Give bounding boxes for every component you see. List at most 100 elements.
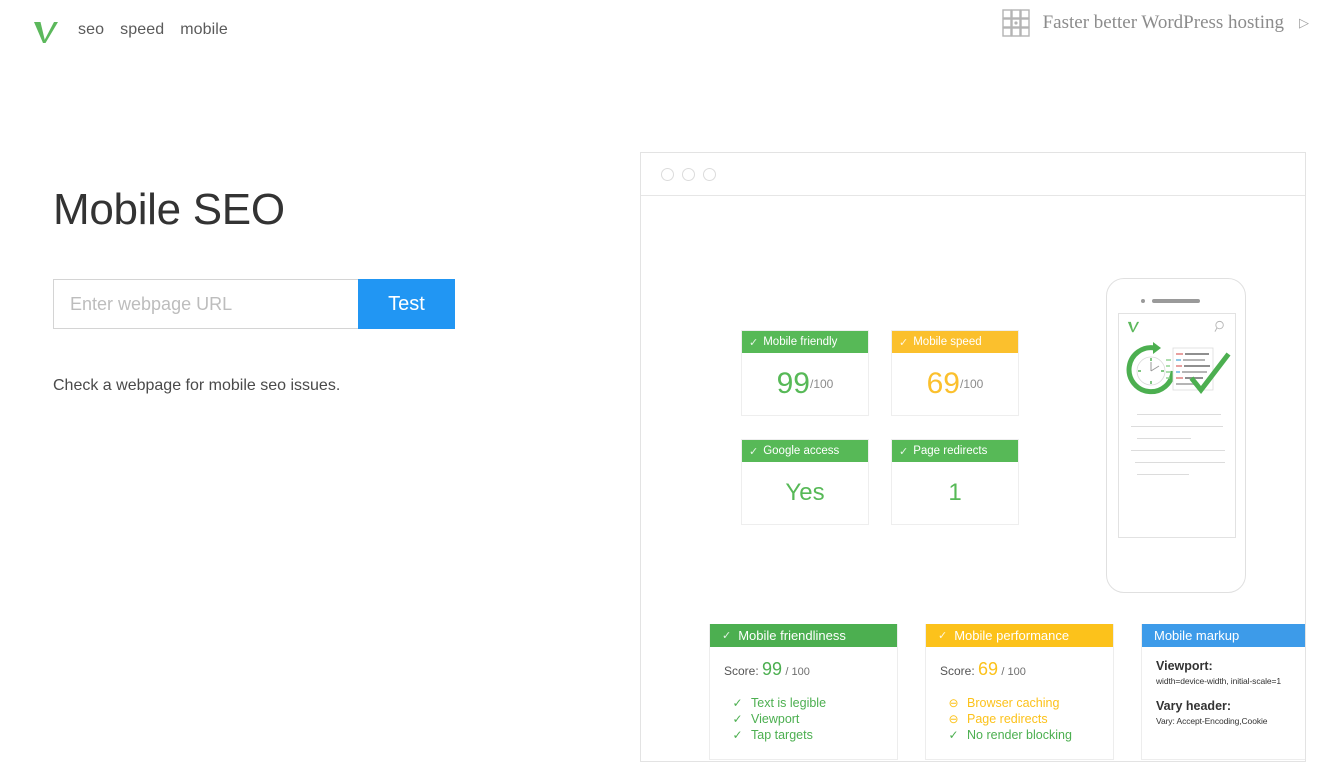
check-icon: ✓ (722, 630, 732, 642)
score-card-body: Yes (742, 462, 868, 524)
detail-card-mobile-friendliness: ✓ Mobile friendliness Score: 99 / 100 ✓ … (709, 624, 898, 760)
check-icon: ✓ (948, 728, 959, 742)
list-item-label: Browser caching (967, 696, 1060, 710)
score-denominator: / 100 (785, 666, 810, 678)
list-item: ⊖ Page redirects (948, 712, 1113, 726)
markup-field-value: Vary: Accept-Encoding,Cookie (1156, 716, 1268, 726)
nav-link-speed[interactable]: speed (120, 21, 164, 39)
test-button[interactable]: Test (358, 279, 455, 329)
phone-screen (1118, 313, 1236, 538)
score-denominator: /100 (810, 377, 834, 391)
detail-card-body: Score: 99 / 100 ✓ Text is legible ✓ View… (710, 647, 897, 759)
list-item: ✓ Text is legible (732, 696, 897, 710)
check-icon: ✓ (749, 445, 759, 458)
score-card-title: Page redirects (913, 445, 988, 457)
score-value: 69 (926, 367, 960, 400)
promo-text: Faster better WordPress hosting (1042, 12, 1284, 33)
score-card-header: ✓ Mobile speed (892, 331, 1018, 353)
check-list: ✓ Text is legible ✓ Viewport ✓ Tap targe… (724, 696, 897, 742)
content-line (1137, 414, 1221, 415)
detail-card-title: Mobile friendliness (738, 628, 846, 643)
score-value: Yes (785, 479, 825, 506)
detail-card-body: Score: 69 / 100 ⊖ Browser caching ⊖ Page… (926, 647, 1113, 759)
score-value: 99 (762, 659, 783, 679)
score-card-title: Mobile friendly (763, 336, 838, 348)
score-card-body: 99/100 (742, 353, 868, 415)
browser-viewport: ✓ Mobile friendly 99/100 ✓ Mobile speed … (641, 196, 1305, 761)
content-line (1137, 474, 1189, 475)
detail-card-row: ✓ Mobile friendliness Score: 99 / 100 ✓ … (709, 624, 1305, 760)
browser-title-bar (641, 153, 1305, 196)
clock-document-check-illustration (1126, 342, 1231, 395)
content-line (1131, 450, 1225, 451)
markup-field-value: width=device-width, initial-scale=1 (1156, 676, 1282, 686)
phone-speaker-icon (1152, 299, 1200, 303)
promo-caret-icon: ▷ (1299, 15, 1309, 30)
detail-score-line: Score: 69 / 100 (940, 659, 1113, 680)
grid-squares-icon (1001, 9, 1030, 37)
green-check-logo-icon (1127, 321, 1140, 333)
check-icon: ✓ (732, 696, 743, 710)
score-card-title: Mobile speed (913, 336, 982, 348)
detail-card-header: ✓ Mobile friendliness (710, 624, 897, 647)
list-item: ⊖ Browser caching (948, 696, 1113, 710)
score-denominator: / 100 (1001, 666, 1026, 678)
score-label: Score: (940, 664, 975, 678)
detail-card-header: Mobile markup (1142, 624, 1305, 647)
score-card-grid: ✓ Mobile friendly 99/100 ✓ Mobile speed … (741, 330, 1019, 525)
site-header: seo speed mobile Faster better WordPress… (0, 0, 1331, 64)
score-value: 99 (776, 367, 810, 400)
score-card-mobile-friendly: ✓ Mobile friendly 99/100 (741, 330, 869, 416)
score-card-header: ✓ Google access (742, 440, 868, 462)
score-card-mobile-speed: ✓ Mobile speed 69/100 (891, 330, 1019, 416)
minus-circle-icon: ⊖ (948, 696, 959, 710)
detail-card-header: ✓ Mobile performance (926, 624, 1113, 647)
score-card-page-redirects: ✓ Page redirects 1 (891, 439, 1019, 525)
phone-content-lines (1131, 414, 1225, 486)
list-item-label: No render blocking (967, 728, 1072, 742)
minus-circle-icon: ⊖ (948, 712, 959, 726)
content-line (1131, 426, 1223, 427)
list-item-label: Page redirects (967, 712, 1048, 726)
detail-score-line: Score: 99 / 100 (724, 659, 897, 680)
check-icon: ✓ (749, 336, 759, 349)
url-test-form: Test (53, 279, 593, 329)
check-list: ⊖ Browser caching ⊖ Page redirects ✓ No … (940, 696, 1113, 742)
detail-card-mobile-markup: Mobile markup Viewport: width=device-wid… (1141, 624, 1305, 760)
phone-camera-icon (1141, 299, 1145, 303)
page-title: Mobile SEO (53, 185, 285, 234)
score-card-body: 1 (892, 462, 1018, 524)
score-card-body: 69/100 (892, 353, 1018, 415)
detail-card-title: Mobile performance (954, 628, 1070, 643)
check-icon: ✓ (732, 728, 743, 742)
markup-field-label: Vary header: (1156, 699, 1232, 713)
score-card-title: Google access (763, 445, 840, 457)
list-item-label: Text is legible (751, 696, 827, 710)
detail-card-body: Viewport: width=device-width, initial-sc… (1142, 647, 1305, 759)
window-dot-close-icon (661, 167, 674, 181)
url-input[interactable] (53, 279, 358, 329)
list-item: ✓ Viewport (732, 712, 897, 726)
content-line (1137, 438, 1191, 439)
window-dot-maximize-icon (703, 167, 716, 181)
score-value: 1 (948, 479, 962, 506)
score-label: Score: (724, 664, 759, 678)
detail-card-mobile-performance: ✓ Mobile performance Score: 69 / 100 ⊖ B… (925, 624, 1114, 760)
list-item: ✓ No render blocking (948, 728, 1113, 742)
markup-field-label: Viewport: (1156, 659, 1213, 673)
brand-logo-link[interactable] (30, 16, 62, 48)
page-description: Check a webpage for mobile seo issues. (53, 377, 341, 394)
score-card-header: ✓ Mobile friendly (742, 331, 868, 353)
list-item-label: Viewport (751, 712, 800, 726)
check-icon: ✓ (899, 445, 909, 458)
list-item: ✓ Tap targets (732, 728, 897, 742)
promo-banner-link[interactable]: Faster better WordPress hosting ▷ (1001, 8, 1309, 38)
nav-link-seo[interactable]: seo (78, 21, 104, 39)
phone-mockup (1106, 278, 1246, 593)
preview-browser-mockup: ✓ Mobile friendly 99/100 ✓ Mobile speed … (640, 152, 1306, 762)
check-icon: ✓ (732, 712, 743, 726)
score-card-google-access: ✓ Google access Yes (741, 439, 869, 525)
score-value: 69 (978, 659, 999, 679)
nav-link-mobile[interactable]: mobile (180, 21, 228, 39)
score-denominator: /100 (960, 377, 984, 391)
